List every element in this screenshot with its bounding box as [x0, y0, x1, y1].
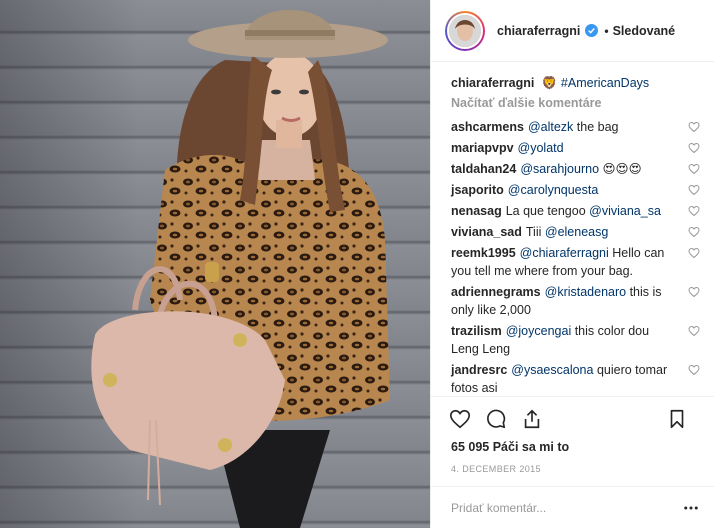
- caption-hashtag[interactable]: #AmericanDays: [561, 76, 649, 90]
- post-caption: chiaraferragni 🦁 #AmericanDays: [451, 74, 700, 92]
- comment-row: trazilism @joycengai this color dou Leng …: [451, 320, 700, 359]
- person-illustration: [91, 10, 390, 528]
- author-username[interactable]: chiaraferragni: [497, 24, 580, 38]
- verified-badge-icon: [585, 24, 599, 37]
- comment-list: ashcarmens @altezk the bag mariapvpv @yolat…: [451, 116, 700, 396]
- comment-bubble-icon[interactable]: [485, 408, 507, 430]
- lion-emoji: 🦁: [541, 76, 558, 90]
- avatar-image: [447, 12, 483, 49]
- comment-username[interactable]: reemk1995: [451, 246, 516, 260]
- comment-row: viviana_sad Tiii @eleneasg: [451, 221, 700, 242]
- post-header: chiaraferragni • Sledované: [431, 0, 714, 62]
- comment-username[interactable]: mariapvpv: [451, 141, 514, 155]
- comment-mention[interactable]: @eleneasg: [545, 225, 608, 239]
- comment-like-heart-icon[interactable]: [688, 121, 700, 133]
- comment-like-heart-icon[interactable]: [688, 286, 700, 298]
- share-icon[interactable]: [521, 408, 543, 430]
- comment-like-heart-icon[interactable]: [688, 226, 700, 238]
- comment-text: Tiii: [525, 224, 545, 239]
- comment-like-heart-icon[interactable]: [688, 163, 700, 175]
- comment-row: jandresrc @ysaescalona quiero tomar fotos…: [451, 359, 700, 396]
- comment-mention[interactable]: @chiaraferragni: [520, 246, 609, 260]
- comment-mention[interactable]: @joycengai: [506, 324, 572, 338]
- comment-row: adriennegrams @kristadenaro this is only …: [451, 281, 700, 320]
- like-heart-icon[interactable]: [449, 408, 471, 430]
- instagram-post: chiaraferragni • Sledované chiaraferragn…: [0, 0, 714, 528]
- comment-username[interactable]: adriennegrams: [451, 285, 541, 299]
- comment-username[interactable]: ashcarmens: [451, 120, 524, 134]
- comment-mention[interactable]: @altezk: [528, 120, 573, 134]
- add-comment-input[interactable]: Pridať komentár...: [451, 501, 546, 515]
- comment-row: reemk1995 @chiaraferragni Hello can you t…: [451, 242, 700, 281]
- comment-username[interactable]: trazilism: [451, 324, 502, 338]
- comment-like-heart-icon[interactable]: [688, 364, 700, 376]
- comment-like-heart-icon[interactable]: [688, 205, 700, 217]
- comment-mention[interactable]: @viviana_sa: [589, 204, 661, 218]
- caption-username[interactable]: chiaraferragni: [451, 76, 534, 90]
- more-options-icon[interactable]: [682, 499, 700, 517]
- post-photo[interactable]: [0, 0, 430, 528]
- comments-section: chiaraferragni 🦁 #AmericanDays Načítať ď…: [431, 62, 714, 396]
- comment-like-heart-icon[interactable]: [688, 142, 700, 154]
- comment-username[interactable]: jandresrc: [451, 363, 507, 377]
- comment-username[interactable]: taldahan24: [451, 162, 516, 176]
- action-bar: [431, 396, 714, 440]
- load-more-comments-button[interactable]: Načítať ďalšie komentáre: [451, 96, 700, 110]
- comment-like-heart-icon[interactable]: [688, 247, 700, 259]
- comment-mention[interactable]: @ysaescalona: [511, 363, 593, 377]
- bookmark-icon[interactable]: [666, 408, 688, 430]
- comment-mention[interactable]: @carolynquesta: [508, 183, 599, 197]
- comment-text: La que tengoo: [505, 203, 590, 218]
- comment-like-heart-icon[interactable]: [688, 325, 700, 337]
- post-sidebar: chiaraferragni • Sledované chiaraferragn…: [430, 0, 714, 528]
- follow-status-button[interactable]: Sledované: [613, 24, 676, 38]
- comment-mention[interactable]: @sarahjourno: [520, 162, 599, 176]
- add-comment-area: Pridať komentár...: [431, 486, 714, 528]
- comment-username[interactable]: viviana_sad: [451, 225, 522, 239]
- comment-mention[interactable]: @yolatd: [518, 141, 564, 155]
- comment-username[interactable]: jsaporito: [451, 183, 504, 197]
- comment-row: taldahan24 @sarahjourno 😍😍😍: [451, 158, 700, 179]
- avatar[interactable]: [445, 10, 485, 51]
- comment-row: nenasag La que tengoo @viviana_sa: [451, 200, 700, 221]
- comment-username[interactable]: nenasag: [451, 204, 502, 218]
- comment-row: jsaporito @carolynquesta: [451, 179, 700, 200]
- likes-count[interactable]: 65 095 Páči sa mi to: [431, 440, 714, 458]
- post-date: 4. DECEMBER 2015: [451, 464, 541, 474]
- comment-row: mariapvpv @yolatd: [451, 137, 700, 158]
- comment-like-heart-icon[interactable]: [688, 184, 700, 196]
- separator-dot: •: [604, 23, 609, 38]
- comment-text: 😍😍😍: [599, 161, 642, 176]
- comment-mention[interactable]: @kristadenaro: [545, 285, 626, 299]
- comment-text: the bag: [573, 119, 619, 134]
- comment-row: ashcarmens @altezk the bag: [451, 116, 700, 137]
